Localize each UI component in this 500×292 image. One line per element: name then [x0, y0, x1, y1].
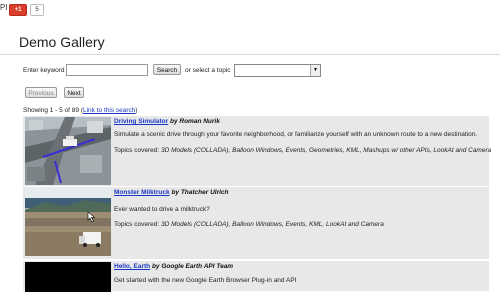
result-title-link[interactable]: Driving Simulator	[114, 118, 168, 125]
next-button[interactable]: Next	[64, 87, 84, 98]
hello-earth-thumbnail[interactable]	[25, 262, 111, 292]
result-title-line: Monster Milktruck by Thatcher Ulrich	[114, 189, 229, 196]
page-title: Demo Gallery	[19, 34, 105, 50]
title-divider	[0, 54, 500, 55]
plus-one-count: 5	[30, 4, 44, 16]
result-author: by Roman Nurik	[170, 118, 220, 125]
topics-label: Topics covered:	[114, 147, 160, 154]
result-title-link[interactable]: Hello, Earth	[114, 263, 150, 270]
topic-label: or select a topic	[185, 67, 231, 74]
search-button[interactable]: Search	[153, 64, 181, 75]
result-item: Monster Milktruck by Thatcher Ulrich Eve…	[23, 187, 489, 259]
results-count-text: Showing 1 - 5 of 89 (	[23, 107, 83, 114]
page-fragment-text: PI	[0, 3, 8, 12]
monster-milktruck-thumbnail[interactable]	[25, 188, 111, 256]
results-count-close: )	[135, 107, 138, 114]
topics-list: 3D Models (COLLADA), Balloon Windows, Ev…	[160, 221, 384, 228]
result-title-line: Driving Simulator by Roman Nurik	[114, 118, 220, 125]
driving-simulator-thumbnail[interactable]	[25, 117, 111, 185]
topics-list: 3D Models (COLLADA), Balloon Windows, Ev…	[160, 147, 492, 154]
link-to-search[interactable]: Link to this search	[83, 107, 135, 114]
result-description: Ever wanted to drive a milktruck?	[114, 206, 210, 213]
topics-label: Topics covered:	[114, 221, 160, 228]
result-item: Hello, Earth by Google Earth API Team Ge…	[23, 261, 489, 292]
keyword-input[interactable]	[66, 64, 148, 76]
result-author: by Thatcher Ulrich	[171, 189, 229, 196]
result-description: Simulate a scenic drive through your fav…	[114, 131, 478, 138]
result-author: by Google Earth API Team	[151, 263, 234, 270]
results-summary: Showing 1 - 5 of 89 (Link to this search…	[23, 107, 138, 114]
dropdown-arrow-icon[interactable]: ▼	[310, 65, 320, 76]
previous-button[interactable]: Previous	[25, 87, 57, 98]
keyword-label: Enter keyword	[23, 67, 65, 74]
result-topics: Topics covered: 3D Models (COLLADA), Bal…	[114, 147, 491, 154]
result-topics: Topics covered: 3D Models (COLLADA), Bal…	[114, 221, 384, 228]
topic-select[interactable]: ▼	[234, 64, 321, 77]
result-title-link[interactable]: Monster Milktruck	[114, 189, 170, 196]
result-item: Driving Simulator by Roman Nurik Simulat…	[23, 116, 491, 186]
top-bar: PI +1 5	[0, 0, 500, 16]
result-title-line: Hello, Earth by Google Earth API Team	[114, 263, 233, 270]
google-plus-one-button[interactable]: +1	[9, 4, 27, 16]
